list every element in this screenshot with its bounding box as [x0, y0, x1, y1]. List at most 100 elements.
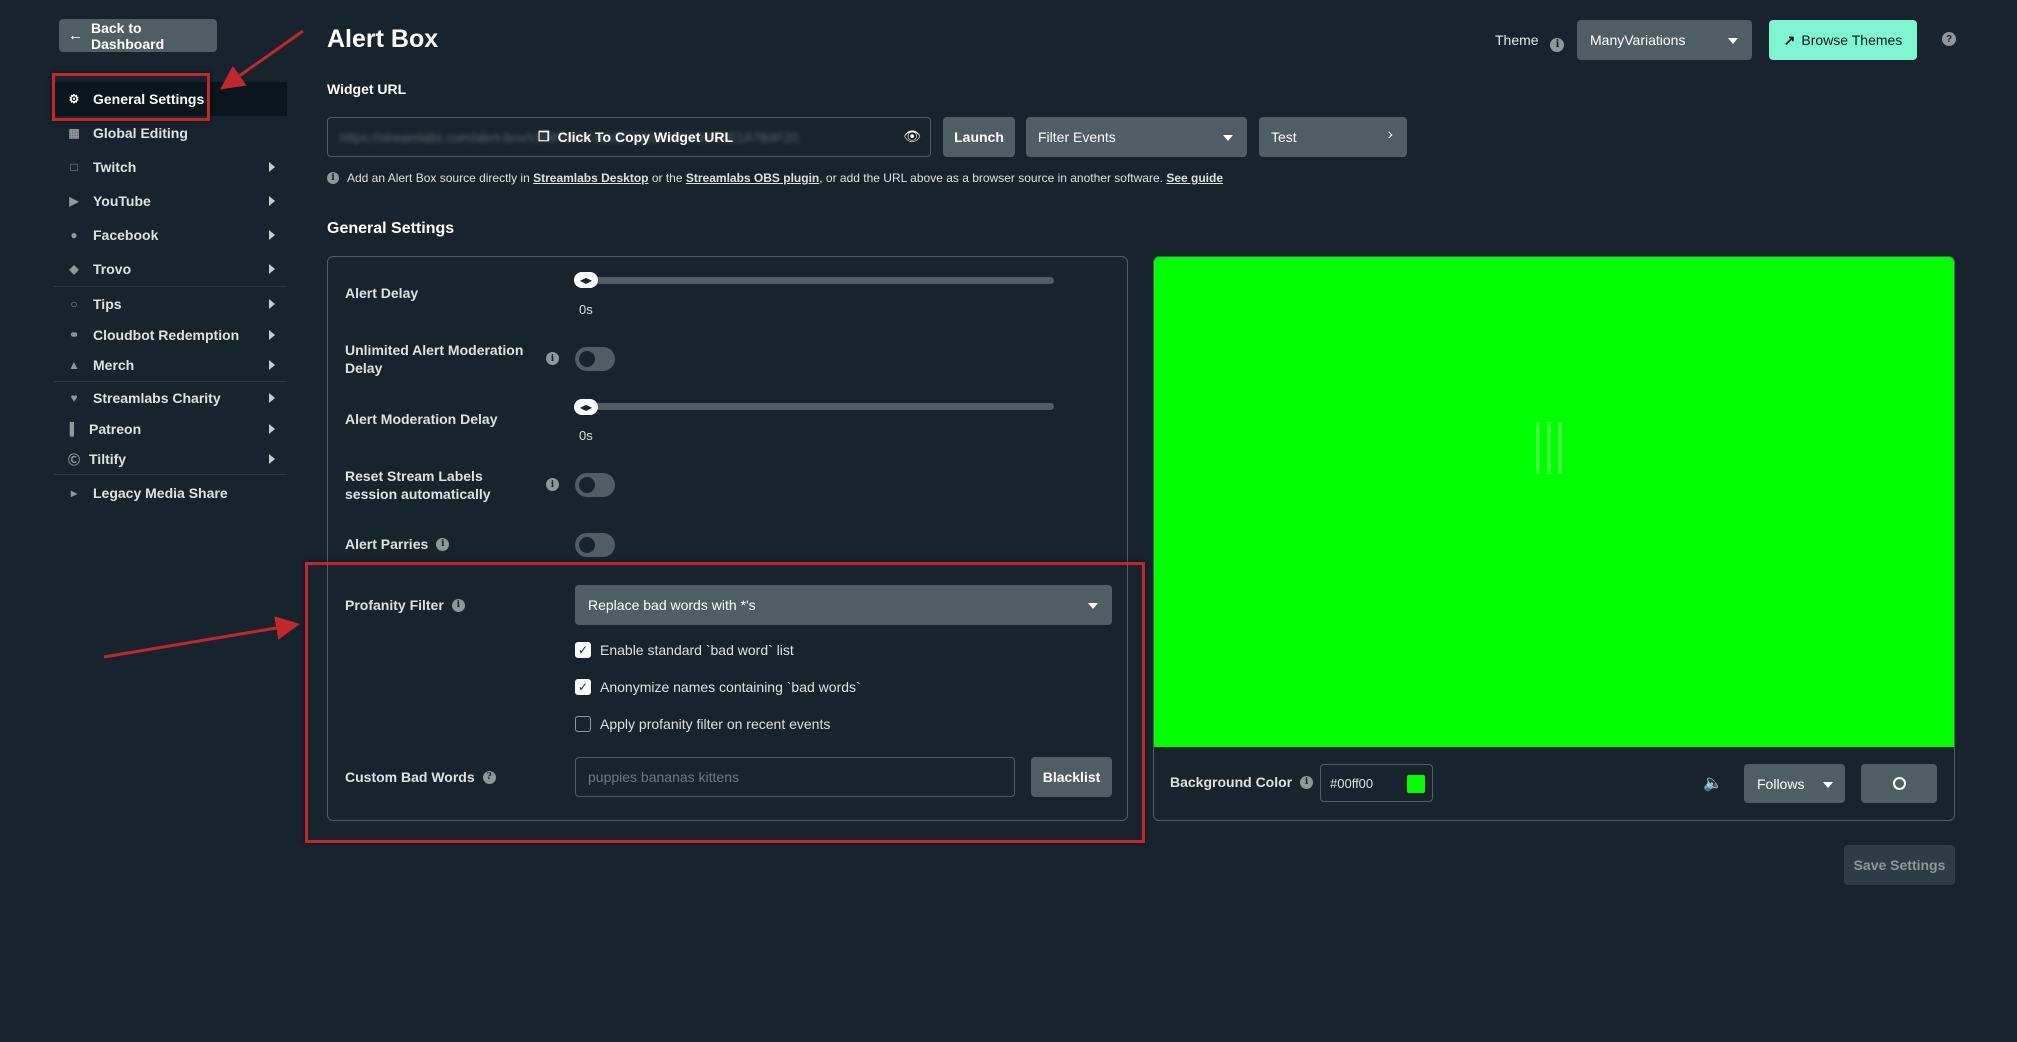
unlimited-moderation-toggle[interactable]	[575, 347, 615, 371]
reset-labels-toggle[interactable]	[575, 473, 615, 497]
replay-button[interactable]	[1861, 764, 1937, 803]
sidebar-item-merch[interactable]: ▲ Merch	[54, 348, 287, 381]
sidebar-item-streamlabs-charity[interactable]: ♥ Streamlabs Charity	[54, 382, 287, 414]
chevron-down-icon	[1728, 38, 1738, 44]
sidebar-item-label: Legacy Media Share	[93, 485, 228, 501]
sidebar-item-twitch[interactable]: □ Twitch	[54, 150, 287, 184]
info-icon[interactable]: i	[546, 352, 559, 365]
save-settings-button[interactable]: Save Settings	[1844, 845, 1955, 885]
sidebar-item-cloudbot-redemption[interactable]: ⚭ Cloudbot Redemption	[54, 321, 287, 348]
unlimited-moderation-label: Unlimited Alert Moderation Delay	[345, 341, 525, 377]
alert-delay-slider-track[interactable]	[576, 277, 1054, 284]
arrow-left-icon: ←	[68, 27, 83, 44]
moderation-delay-label: Alert Moderation Delay	[345, 410, 497, 428]
sidebar-item-label: YouTube	[93, 193, 151, 209]
preview-panel: Background Color i #00ff00 🔈 Follows	[1153, 256, 1955, 821]
caret-right-icon	[269, 196, 275, 206]
info-icon[interactable]: i	[1550, 38, 1564, 52]
help-prefix: Add an Alert Box source directly in	[347, 171, 530, 185]
see-guide-link[interactable]: See guide	[1166, 171, 1223, 185]
widget-url-label: Widget URL	[327, 81, 406, 97]
caret-right-icon	[269, 424, 275, 434]
annotation-highlight-box	[52, 73, 210, 121]
alert-delay-slider-handle[interactable]: ◀▶	[574, 272, 598, 288]
theme-label: Theme i	[1495, 32, 1564, 52]
tips-icon: ○	[67, 297, 81, 311]
widget-url-field[interactable]: https://streamlabs.com/alert-box/v3/8F3A…	[327, 117, 931, 157]
alert-preview-canvas	[1154, 257, 1954, 747]
sidebar-nav: ⚙ General Settings ▦ Global Editing □ Tw…	[54, 82, 287, 511]
twitch-icon: □	[67, 160, 81, 174]
sidebar-item-youtube[interactable]: ▶ YouTube	[54, 184, 287, 218]
test-button[interactable]: Test ›	[1259, 117, 1407, 157]
volume-icon[interactable]: 🔈	[1703, 773, 1723, 793]
color-swatch[interactable]	[1407, 775, 1425, 793]
copy-widget-url-label: Click To Copy Widget URL	[558, 129, 733, 145]
help-mid1: or the	[652, 171, 683, 185]
eye-icon[interactable]: 👁	[903, 128, 921, 145]
back-to-dashboard-button[interactable]: ← Back to Dashboard	[59, 19, 217, 52]
info-icon[interactable]: i	[1300, 776, 1313, 789]
streamlabs-obs-plugin-link[interactable]: Streamlabs OBS plugin	[686, 171, 819, 185]
info-icon: i	[327, 172, 339, 184]
annotation-arrow	[104, 625, 294, 657]
moderation-delay-slider-handle[interactable]: ◀▶	[574, 399, 598, 415]
sidebar-item-label: Twitch	[93, 159, 136, 175]
streamlabs-desktop-link[interactable]: Streamlabs Desktop	[533, 171, 648, 185]
trovo-icon: ◆	[67, 262, 81, 276]
sidebar-item-facebook[interactable]: ● Facebook	[54, 218, 287, 252]
theme-select-value: ManyVariations	[1590, 32, 1685, 48]
sidebar-item-label: Global Editing	[93, 125, 188, 141]
browse-themes-button[interactable]: ↗ Browse Themes	[1769, 20, 1917, 60]
sidebar-item-label: Merch	[93, 357, 134, 373]
chevron-down-icon	[1223, 135, 1233, 141]
loading-indicator	[1536, 422, 1562, 474]
background-color-input[interactable]: #00ff00	[1320, 764, 1433, 802]
play-icon: ▸	[67, 486, 81, 500]
sidebar-item-patreon[interactable]: ▌ Patreon	[54, 414, 287, 444]
sidebar-item-tiltify[interactable]: Ⓒ Tiltify	[54, 444, 287, 474]
youtube-icon: ▶	[67, 194, 81, 208]
loading-bar	[1547, 422, 1551, 474]
sidebar-item-legacy-media-share[interactable]: ▸ Legacy Media Share	[54, 475, 287, 511]
widget-help-text: i Add an Alert Box source directly in St…	[327, 171, 1223, 185]
charity-icon: ♥	[67, 391, 81, 405]
alert-parries-row: Alert Parries i	[345, 535, 449, 553]
moderation-delay-value: 0s	[579, 428, 593, 443]
cloudbot-icon: ⚭	[67, 328, 81, 342]
caret-right-icon	[269, 299, 275, 309]
caret-right-icon	[269, 360, 275, 370]
sidebar-item-trovo[interactable]: ◆ Trovo	[54, 252, 287, 286]
sidebar-item-tips[interactable]: ○ Tips	[54, 287, 287, 321]
info-icon[interactable]: i	[436, 538, 449, 551]
facebook-icon: ●	[67, 228, 81, 242]
alert-delay-value: 0s	[579, 302, 593, 317]
help-icon[interactable]: ?	[1942, 32, 1956, 46]
alert-parries-label: Alert Parries	[345, 535, 428, 553]
filter-events-select[interactable]: Filter Events	[1026, 117, 1247, 157]
moderation-delay-slider-track[interactable]	[576, 403, 1054, 410]
theme-label-text: Theme	[1495, 32, 1539, 48]
annotation-arrow	[225, 31, 303, 86]
sidebar-item-label: Trovo	[93, 261, 131, 277]
sidebar-item-label: Tips	[93, 296, 122, 312]
caret-right-icon	[269, 162, 275, 172]
annotation-highlight-box	[305, 562, 1145, 843]
background-color-row: Background Color i	[1170, 774, 1313, 790]
copy-widget-url[interactable]: ❐ Click To Copy Widget URL	[538, 129, 733, 145]
sidebar-item-global-editing[interactable]: ▦ Global Editing	[54, 116, 287, 150]
event-type-select[interactable]: Follows	[1744, 764, 1845, 803]
event-type-value: Follows	[1757, 776, 1804, 792]
caret-right-icon	[269, 454, 275, 464]
theme-select[interactable]: ManyVariations	[1577, 20, 1752, 60]
caret-right-icon	[269, 330, 275, 340]
replay-icon	[1893, 777, 1906, 790]
info-icon[interactable]: i	[546, 478, 559, 491]
launch-button[interactable]: Launch	[943, 117, 1015, 157]
test-label: Test	[1271, 129, 1297, 145]
alert-parries-toggle[interactable]	[575, 533, 615, 557]
help-mid2: , or add the URL above as a browser sour…	[819, 171, 1163, 185]
grid-icon: ▦	[67, 126, 81, 140]
sidebar-item-label: Streamlabs Charity	[93, 390, 221, 406]
browse-themes-label: Browse Themes	[1801, 32, 1902, 48]
